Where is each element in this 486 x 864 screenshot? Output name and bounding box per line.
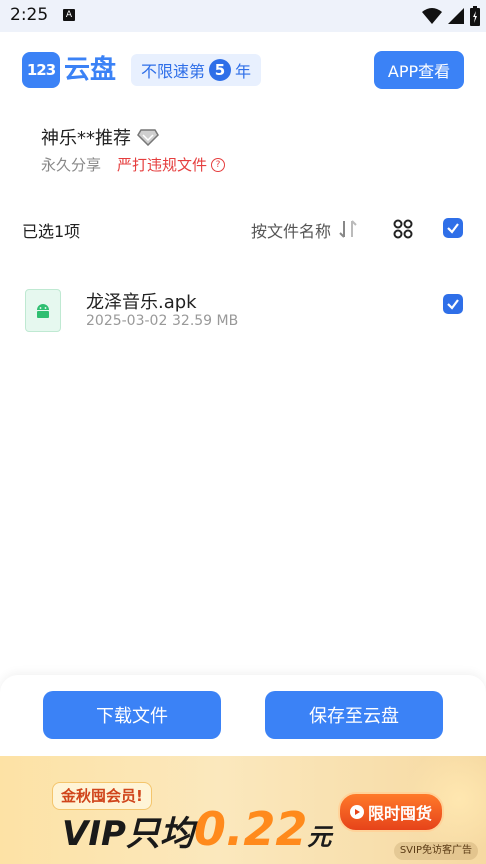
file-list-item[interactable]: 龙泽音乐.apk 2025-03-02 32.59 MB [0,282,486,338]
promo-prefix: 不限速第 [141,62,206,81]
share-title: 神乐**推荐 [41,128,131,149]
ad-banner[interactable]: 金秋囤会员! VIP只均0.22元 限时囤货 SVIP免访客广告 [0,756,486,864]
file-name: 龙泽音乐.apk [86,292,197,313]
save-to-cloud-button[interactable]: 保存至云盘 [265,691,443,739]
wifi-icon [422,8,442,24]
file-date: 2025-03-02 [86,313,168,329]
share-meta: 永久分享 严打违规文件 ? [41,154,226,175]
action-panel: 下载文件 保存至云盘 [0,675,486,756]
share-permanence: 永久分享 [41,156,102,174]
check-icon [447,223,459,234]
app-view-button[interactable]: APP查看 [374,51,464,89]
header: 123 云盘 不限速第 5 年 APP查看 [0,32,486,108]
violation-warning-link[interactable]: 严打违规文件 [117,154,207,175]
grid-view-icon[interactable] [392,218,414,240]
ad-price: 0.22 [193,802,308,856]
promo-suffix: 年 [235,62,252,81]
help-icon[interactable]: ? [211,157,226,172]
ad-headline-prefix: VIP只均 [62,814,194,854]
ad-headline: VIP只均0.22元 [62,802,331,856]
android-apk-icon [25,289,61,332]
diamond-icon [137,129,159,146]
file-checkbox[interactable] [443,294,463,314]
download-file-button[interactable]: 下载文件 [43,691,221,739]
logo-icon: 123 [22,52,60,88]
signal-icon [448,8,464,24]
ad-cta-label: 限时囤货 [367,804,432,823]
notification-icon: A [63,9,75,21]
status-time: 2:25 [10,5,49,25]
sort-by-name-button[interactable]: 按文件名称 [251,218,331,242]
ad-footer-label: SVIP免访客广告 [393,842,478,860]
battery-icon [470,6,480,26]
select-all-checkbox[interactable] [443,218,463,238]
logo-text: 云盘 [64,55,117,85]
file-size: 32.59 MB [172,313,239,329]
ad-unit: 元 [307,823,332,851]
status-bar: 2:25 A [0,0,486,32]
file-toolbar: 已选1项 按文件名称 [0,210,486,246]
selected-count: 已选1项 [22,222,81,241]
status-icons [422,6,480,26]
sort-icon[interactable] [338,218,358,240]
play-icon [349,805,364,819]
ad-cta-button[interactable]: 限时囤货 [338,792,444,832]
check-icon [447,299,459,310]
share-title-row: 神乐**推荐 [41,124,159,150]
promo-number: 5 [209,59,232,81]
promo-badge: 不限速第 5 年 [131,54,262,86]
